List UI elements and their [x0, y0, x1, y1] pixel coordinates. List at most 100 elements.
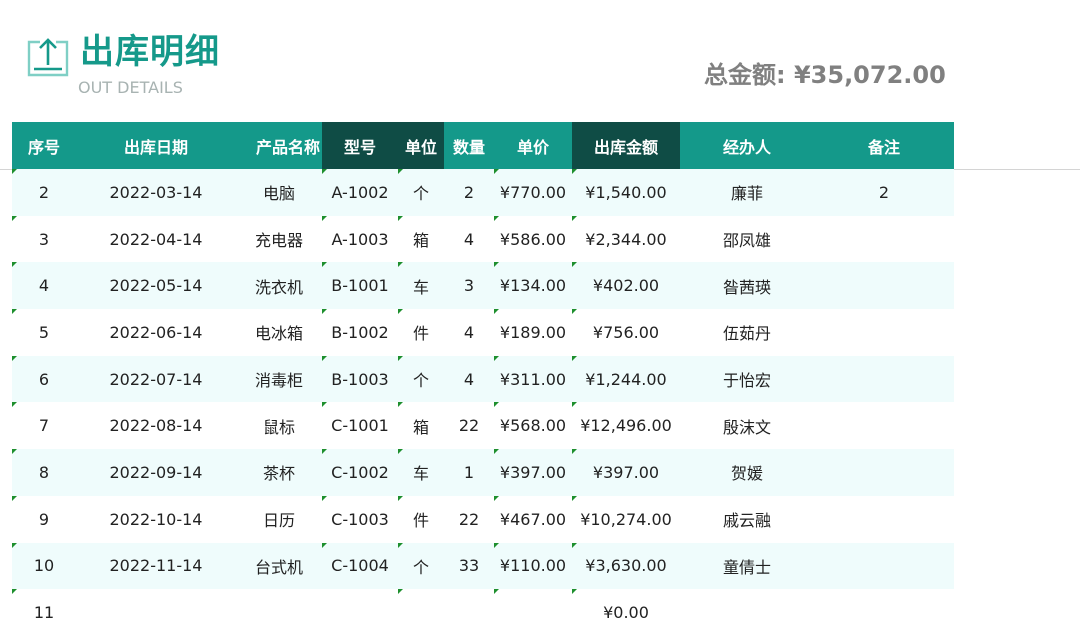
cell-note[interactable]: 2: [814, 169, 954, 216]
cell-date[interactable]: 2022-08-14: [76, 402, 236, 450]
cell-product[interactable]: 鼠标: [236, 402, 322, 450]
cell-unit[interactable]: 箱: [398, 402, 444, 450]
cell-price[interactable]: ¥770.00: [494, 169, 572, 216]
cell-no[interactable]: 11: [12, 589, 76, 628]
cell-date[interactable]: 2022-05-14: [76, 262, 236, 310]
cell-amount[interactable]: ¥397.00: [572, 449, 680, 496]
cell-price[interactable]: ¥134.00: [494, 262, 572, 310]
cell-model[interactable]: [322, 589, 398, 628]
cell-date[interactable]: 2022-04-14: [76, 215, 236, 263]
cell-qty[interactable]: 22: [444, 495, 494, 543]
cell-product[interactable]: 电脑: [236, 169, 322, 216]
cell-no[interactable]: 4: [12, 262, 76, 310]
column-header-no[interactable]: 序号: [12, 122, 76, 169]
cell-price[interactable]: ¥397.00: [494, 449, 572, 496]
cell-no[interactable]: 8: [12, 449, 76, 496]
cell-note[interactable]: [814, 589, 954, 628]
cell-product[interactable]: 充电器: [236, 215, 322, 263]
cell-note[interactable]: [814, 449, 954, 496]
column-header-model[interactable]: 型号: [322, 122, 398, 169]
cell-unit[interactable]: 车: [398, 262, 444, 310]
column-header-product[interactable]: 产品名称: [236, 122, 322, 169]
cell-qty[interactable]: 4: [444, 355, 494, 403]
cell-unit[interactable]: 个: [398, 355, 444, 403]
cell-amount[interactable]: ¥756.00: [572, 309, 680, 356]
cell-model[interactable]: C-1002: [322, 449, 398, 496]
cell-handler[interactable]: 童倩士: [680, 542, 814, 590]
cell-model[interactable]: B-1001: [322, 262, 398, 310]
column-header-amount[interactable]: 出库金额: [572, 122, 680, 169]
cell-date[interactable]: 2022-11-14: [76, 542, 236, 590]
column-header-price[interactable]: 单价: [494, 122, 572, 169]
cell-date[interactable]: 2022-10-14: [76, 495, 236, 543]
cell-product[interactable]: 电冰箱: [236, 309, 322, 356]
cell-qty[interactable]: 3: [444, 262, 494, 310]
cell-price[interactable]: [494, 589, 572, 628]
cell-model[interactable]: C-1004: [322, 542, 398, 590]
cell-price[interactable]: ¥311.00: [494, 355, 572, 403]
cell-qty[interactable]: 22: [444, 402, 494, 450]
column-header-handler[interactable]: 经办人: [680, 122, 814, 169]
cell-qty[interactable]: [444, 589, 494, 628]
cell-unit[interactable]: 个: [398, 169, 444, 216]
cell-date[interactable]: 2022-06-14: [76, 309, 236, 356]
cell-product[interactable]: 日历: [236, 495, 322, 543]
cell-model[interactable]: B-1002: [322, 309, 398, 356]
cell-product[interactable]: 洗衣机: [236, 262, 322, 310]
cell-handler[interactable]: 昝茜瑛: [680, 262, 814, 310]
cell-amount[interactable]: ¥1,244.00: [572, 355, 680, 403]
cell-product[interactable]: [236, 589, 322, 628]
cell-handler[interactable]: [680, 589, 814, 628]
cell-qty[interactable]: 4: [444, 215, 494, 263]
cell-note[interactable]: [814, 309, 954, 356]
cell-price[interactable]: ¥586.00: [494, 215, 572, 263]
cell-note[interactable]: [814, 262, 954, 310]
cell-unit[interactable]: 件: [398, 495, 444, 543]
cell-date[interactable]: 2022-07-14: [76, 355, 236, 403]
cell-qty[interactable]: 4: [444, 309, 494, 356]
cell-date[interactable]: 2022-03-14: [76, 169, 236, 216]
cell-date[interactable]: [76, 589, 236, 628]
cell-product[interactable]: 茶杯: [236, 449, 322, 496]
cell-handler[interactable]: 于怡宏: [680, 355, 814, 403]
cell-amount[interactable]: ¥0.00: [572, 589, 680, 628]
cell-qty[interactable]: 2: [444, 169, 494, 216]
cell-amount[interactable]: ¥402.00: [572, 262, 680, 310]
cell-no[interactable]: 9: [12, 495, 76, 543]
cell-handler[interactable]: 贺媛: [680, 449, 814, 496]
cell-handler[interactable]: 邵凤雄: [680, 215, 814, 263]
cell-amount[interactable]: ¥12,496.00: [572, 402, 680, 450]
cell-note[interactable]: [814, 215, 954, 263]
column-header-date[interactable]: 出库日期: [76, 122, 236, 169]
cell-price[interactable]: ¥110.00: [494, 542, 572, 590]
cell-qty[interactable]: 1: [444, 449, 494, 496]
cell-price[interactable]: ¥568.00: [494, 402, 572, 450]
cell-amount[interactable]: ¥2,344.00: [572, 215, 680, 263]
cell-date[interactable]: 2022-09-14: [76, 449, 236, 496]
cell-model[interactable]: C-1003: [322, 495, 398, 543]
cell-no[interactable]: 7: [12, 402, 76, 450]
cell-model[interactable]: A-1003: [322, 215, 398, 263]
cell-handler[interactable]: 戚云融: [680, 495, 814, 543]
cell-price[interactable]: ¥467.00: [494, 495, 572, 543]
cell-note[interactable]: [814, 542, 954, 590]
cell-unit[interactable]: 车: [398, 449, 444, 496]
column-header-unit[interactable]: 单位: [398, 122, 444, 169]
cell-price[interactable]: ¥189.00: [494, 309, 572, 356]
cell-model[interactable]: C-1001: [322, 402, 398, 450]
cell-no[interactable]: 3: [12, 215, 76, 263]
cell-no[interactable]: 2: [12, 169, 76, 216]
cell-unit[interactable]: 件: [398, 309, 444, 356]
column-header-note[interactable]: 备注: [814, 122, 954, 169]
cell-model[interactable]: A-1002: [322, 169, 398, 216]
cell-unit[interactable]: [398, 589, 444, 628]
cell-qty[interactable]: 33: [444, 542, 494, 590]
cell-no[interactable]: 5: [12, 309, 76, 356]
cell-handler[interactable]: 廉菲: [680, 169, 814, 216]
cell-product[interactable]: 消毒柜: [236, 355, 322, 403]
cell-note[interactable]: [814, 402, 954, 450]
cell-product[interactable]: 台式机: [236, 542, 322, 590]
cell-amount[interactable]: ¥10,274.00: [572, 495, 680, 543]
column-header-qty[interactable]: 数量: [444, 122, 494, 169]
cell-note[interactable]: [814, 355, 954, 403]
